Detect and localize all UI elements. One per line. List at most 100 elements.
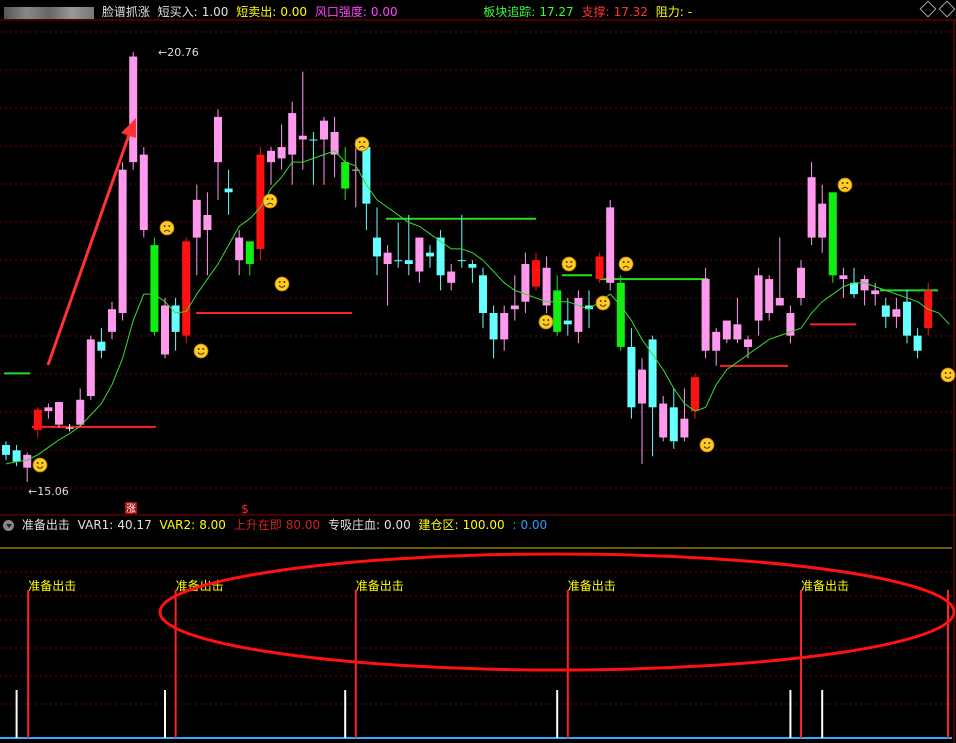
smiley-face-icon-7 [561,256,577,272]
face-eye-right [283,281,286,283]
face-eye-right [570,261,573,263]
candle-body-68 [722,320,731,340]
candle-body-58 [616,282,625,347]
candle-body-75 [797,267,805,298]
candle-body-1 [12,450,21,462]
candle-body-44 [468,263,477,268]
face-circle [159,220,175,236]
face-circle [595,295,611,311]
candle-body-43 [457,260,466,262]
candle-body-50 [532,260,540,287]
candle-body-85 [903,301,911,336]
face-circle [699,437,715,453]
face-eye-left [278,281,281,283]
signal-label-0: 准备出击 [28,579,76,593]
face-eye-right [949,372,952,374]
smiley-face-icon-8 [595,295,611,311]
candle-body-30 [320,120,328,140]
face-eye-right [547,319,550,321]
candle-body-60 [638,369,646,404]
candle-body-59 [627,346,636,408]
candle-body-48 [510,305,519,310]
candle-body-3 [33,409,42,430]
face-eye-right [41,462,44,464]
candle-body-34 [362,147,371,204]
candle-body-22 [235,237,244,261]
face-eye-right [627,261,630,263]
candle-body-69 [733,324,742,340]
candle-body-65 [691,377,699,412]
candle-body-67 [712,331,721,351]
candle-body-0 [2,445,10,455]
face-circle [262,193,278,209]
smiley-face-icon-4 [274,276,290,292]
candle-body-37 [394,260,403,262]
candle-body-46 [489,313,498,340]
candle-body-72 [765,279,774,314]
face-eye-right [202,348,205,350]
candle-body-49 [521,263,530,302]
candle-body-77 [818,203,827,238]
trend-arrow-shaft [46,131,132,366]
candle-body-71 [754,275,763,321]
face-circle [354,136,370,152]
candle-body-42 [447,271,456,283]
signal-label-2: 准备出击 [356,579,404,593]
face-eye-left [163,225,166,227]
candle-body-78 [828,192,837,276]
candle-body-14 [150,245,159,332]
candle-body-18 [192,199,201,238]
s-marker: $ [241,502,249,516]
candle-body-8 [86,339,95,396]
face-eye-left [703,442,706,444]
candle-body-53 [563,320,572,325]
face-eye-right [271,198,274,200]
face-eye-left [565,261,568,263]
signal-label-4: 准备出击 [801,579,849,593]
candle-body-64 [680,418,689,438]
candle-body-38 [404,260,413,264]
candle-body-6 [65,427,74,429]
face-eye-right [363,141,366,143]
face-eye-left [358,141,361,143]
face-circle [561,256,577,272]
candle-body-80 [850,282,858,295]
face-eye-left [542,319,545,321]
candle-body-4 [44,407,53,412]
candle-body-39 [415,237,424,272]
candle-body-63 [669,407,678,442]
candle-body-27 [288,113,297,155]
frown-face-icon-11 [837,177,853,193]
candle-body-12 [129,56,138,163]
face-circle [837,177,853,193]
zhang-marker: 涨 [126,503,136,515]
frown-face-icon-1 [159,220,175,236]
face-eye-right [846,182,849,184]
face-eye-right [708,442,711,444]
candle-body-36 [383,252,392,264]
face-eye-left [599,300,602,302]
candle-body-76 [807,177,816,238]
face-eye-left [841,182,844,184]
smiley-face-icon-2 [193,343,209,359]
face-eye-left [944,372,947,374]
candle-body-17 [182,241,191,336]
candle-body-52 [553,290,562,332]
face-eye-left [266,198,269,200]
kline-chart[interactable]: ←20.76←15.06涨 $准备出击 准备出击 准备出击 准备出击 准备出击 [0,0,956,743]
candle-body-2 [23,454,32,468]
candle-body-13 [139,154,148,231]
candle-body-9 [97,341,106,351]
frown-face-icon-9 [618,256,634,272]
low-price-label: ←15.06 [28,485,69,498]
frown-face-icon-3 [262,193,278,209]
face-circle [538,314,554,330]
candle-body-86 [913,335,922,351]
candle-body-47 [500,313,509,340]
candle-body-62 [659,403,668,438]
frown-face-icon-5 [354,136,370,152]
candle-body-45 [479,275,487,314]
face-circle [32,457,48,473]
candle-body-83 [881,305,890,317]
candle-body-20 [214,116,222,163]
